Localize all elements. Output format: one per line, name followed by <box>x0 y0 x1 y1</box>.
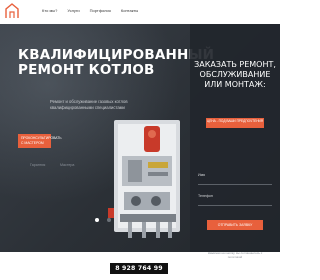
site-header: Кто мы? Услуги Портфолио Контакты <box>0 0 280 24</box>
hero-title: КВАЛИФИЦИРОВАННЫЙ РЕМОНТ КОТЛОВ <box>18 47 215 78</box>
nav-item-portfolio[interactable]: Портфолио <box>90 8 111 13</box>
slider-dot-2[interactable] <box>107 218 111 222</box>
price-badge: ЦЕНА - ПОД ВАШИ ПРЕДПОЧТЕНИЯ <box>206 118 264 128</box>
house-icon[interactable] <box>5 3 19 19</box>
consent-text: Нажимая на кнопку, вы соглашаетесь с пол… <box>207 251 263 259</box>
name-field[interactable]: Имя <box>198 169 272 185</box>
submit-button[interactable]: ОТПРАВИТЬ ЗАЯВКУ <box>207 220 263 230</box>
feature-guarantee: Гарантия <box>30 163 46 167</box>
order-form-panel: ЗАКАЗАТЬ РЕМОНТ, ОБСЛУЖИВАНИЕ ИЛИ МОНТАЖ… <box>190 24 280 259</box>
boiler-image <box>108 120 180 238</box>
consult-button[interactable]: ПРОКОНСУЛЬТИРОВАТЬ С МАСТЕРОМ <box>18 134 62 148</box>
phone-number[interactable]: 8 928 764 99 37 <box>110 263 168 280</box>
hero-subtitle: Ремонт и обслуживание газовых котлов ква… <box>50 99 128 110</box>
slider-dot-1[interactable] <box>95 218 99 222</box>
nav-item-services[interactable]: Услуги <box>67 8 79 13</box>
phone-placeholder: Телефон <box>198 194 213 198</box>
phone-field[interactable]: Телефон <box>198 190 272 206</box>
feature-masters: Мастера <box>60 163 75 167</box>
main-nav: Кто мы? Услуги Портфолио Контакты <box>42 8 138 13</box>
name-placeholder: Имя <box>198 173 205 177</box>
nav-item-about[interactable]: Кто мы? <box>42 8 57 13</box>
form-title: ЗАКАЗАТЬ РЕМОНТ, ОБСЛУЖИВАНИЕ ИЛИ МОНТАЖ… <box>194 60 276 89</box>
nav-item-contacts[interactable]: Контакты <box>121 8 138 13</box>
